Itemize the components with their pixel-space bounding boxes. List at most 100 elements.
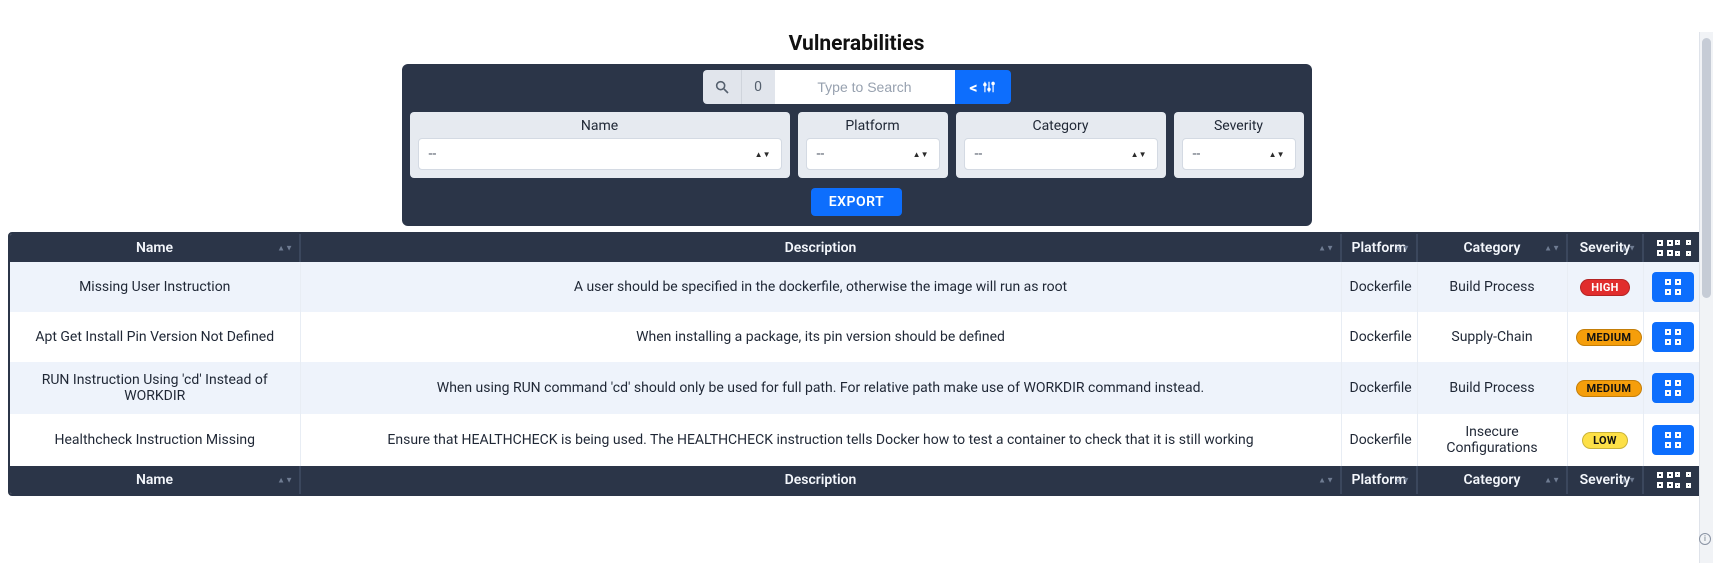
cell-description: A user should be specified in the docker… [300,262,1341,312]
filter-panel: 0 < Name -- ▲▼ Platform -- ▲ [402,64,1312,226]
filters-row: Name -- ▲▼ Platform -- ▲▼ Category -- ▲▼… [410,112,1304,178]
sort-icon: ▲▼ [913,152,929,157]
cell-description: Ensure that HEALTHCHECK is being used. T… [300,414,1341,466]
col-category[interactable]: Category▲▼ [1417,234,1567,262]
sort-icon: ▲▼ [1620,478,1636,483]
foot-col-name[interactable]: Name▲▼ [10,466,300,494]
filter-severity-label: Severity [1182,118,1296,134]
cell-category: Supply-Chain [1417,312,1567,362]
expand-all-icon [1657,240,1673,256]
cell-description: When using RUN command 'cd' should only … [300,362,1341,414]
severity-badge: MEDIUM [1576,329,1643,346]
expand-row-button[interactable] [1652,322,1694,352]
chevron-left-icon: < [969,78,977,97]
cell-severity: MEDIUM [1567,312,1643,362]
filter-category: Category -- ▲▼ [956,112,1166,178]
filter-severity-select[interactable]: -- ▲▼ [1182,138,1296,170]
filter-name-label: Name [418,118,782,134]
cell-name: Healthcheck Instruction Missing [10,414,300,466]
sort-icon: ▲▼ [1318,478,1334,483]
scrollbar[interactable]: i [1699,32,1713,563]
search-row: 0 < [410,70,1304,104]
export-row: EXPORT [410,188,1304,216]
cell-name: Missing User Instruction [10,262,300,312]
scrollbar-thumb[interactable] [1702,38,1711,298]
col-expand[interactable] [1643,234,1703,262]
cell-name: Apt Get Install Pin Version Not Defined [10,312,300,362]
cell-severity: HIGH [1567,262,1643,312]
col-platform[interactable]: Platform▲▼ [1341,234,1417,262]
sliders-icon [982,80,996,94]
cell-category: Insecure Configurations [1417,414,1567,466]
expand-icon [1665,380,1681,396]
info-icon[interactable]: i [1699,533,1711,545]
cell-category: Build Process [1417,362,1567,414]
foot-col-description[interactable]: Description▲▼ [300,466,1341,494]
expand-row-button[interactable] [1652,272,1694,302]
foot-col-category[interactable]: Category▲▼ [1417,466,1567,494]
cell-platform: Dockerfile [1341,362,1417,414]
search-input[interactable] [775,70,955,104]
col-description[interactable]: Description▲▼ [300,234,1341,262]
col-severity[interactable]: Severity▲▼ [1567,234,1643,262]
col-name[interactable]: Name▲▼ [10,234,300,262]
cell-expand [1643,262,1703,312]
sort-icon: ▲▼ [1620,246,1636,251]
filter-category-label: Category [964,118,1158,134]
expand-icon [1665,432,1681,448]
filter-platform-value: -- [817,146,825,162]
severity-badge: LOW [1582,432,1628,449]
filter-severity: Severity -- ▲▼ [1174,112,1304,178]
sort-icon: ▲▼ [277,478,293,483]
severity-badge: HIGH [1580,279,1629,296]
foot-col-platform[interactable]: Platform▲▼ [1341,466,1417,494]
filter-platform-select[interactable]: -- ▲▼ [806,138,940,170]
filter-platform: Platform -- ▲▼ [798,112,948,178]
export-button[interactable]: EXPORT [811,188,902,216]
sort-icon: ▲▼ [1269,152,1285,157]
foot-col-expand[interactable] [1643,466,1703,494]
filter-severity-value: -- [1193,146,1201,162]
table-row: RUN Instruction Using 'cd' Instead of WO… [10,362,1703,414]
severity-badge: MEDIUM [1576,380,1643,397]
table-row: Apt Get Install Pin Version Not DefinedW… [10,312,1703,362]
search-icon[interactable] [703,70,741,104]
filter-category-value: -- [975,146,983,162]
cell-platform: Dockerfile [1341,262,1417,312]
cell-category: Build Process [1417,262,1567,312]
search-count: 0 [741,70,775,104]
sort-icon: ▲▼ [1544,478,1560,483]
sort-icon: ▲▼ [1394,246,1410,251]
cell-platform: Dockerfile [1341,312,1417,362]
collapse-all-icon [1675,240,1691,256]
cell-expand [1643,312,1703,362]
advanced-search-button[interactable]: < [955,70,1011,104]
collapse-all-icon [1675,472,1691,488]
filter-name: Name -- ▲▼ [410,112,790,178]
cell-expand [1643,414,1703,466]
expand-icon [1665,329,1681,345]
search-group: 0 < [703,70,1011,104]
filter-name-value: -- [429,146,437,162]
sort-icon: ▲▼ [1131,152,1147,157]
expand-row-button[interactable] [1652,425,1694,455]
cell-severity: MEDIUM [1567,362,1643,414]
sort-icon: ▲▼ [277,246,293,251]
sort-icon: ▲▼ [1318,246,1334,251]
filter-category-select[interactable]: -- ▲▼ [964,138,1158,170]
expand-icon [1665,279,1681,295]
foot-col-severity[interactable]: Severity▲▼ [1567,466,1643,494]
table-row: Missing User InstructionA user should be… [10,262,1703,312]
cell-name: RUN Instruction Using 'cd' Instead of WO… [10,362,300,414]
expand-all-icon [1657,472,1673,488]
filter-name-select[interactable]: -- ▲▼ [418,138,782,170]
expand-row-button[interactable] [1652,373,1694,403]
sort-icon: ▲▼ [1394,478,1410,483]
filter-platform-label: Platform [806,118,940,134]
page-title: Vulnerabilities [0,32,1713,56]
cell-expand [1643,362,1703,414]
cell-severity: LOW [1567,414,1643,466]
vulnerabilities-table: Name▲▼ Description▲▼ Platform▲▼ Category… [8,232,1705,496]
cell-platform: Dockerfile [1341,414,1417,466]
sort-icon: ▲▼ [755,152,771,157]
